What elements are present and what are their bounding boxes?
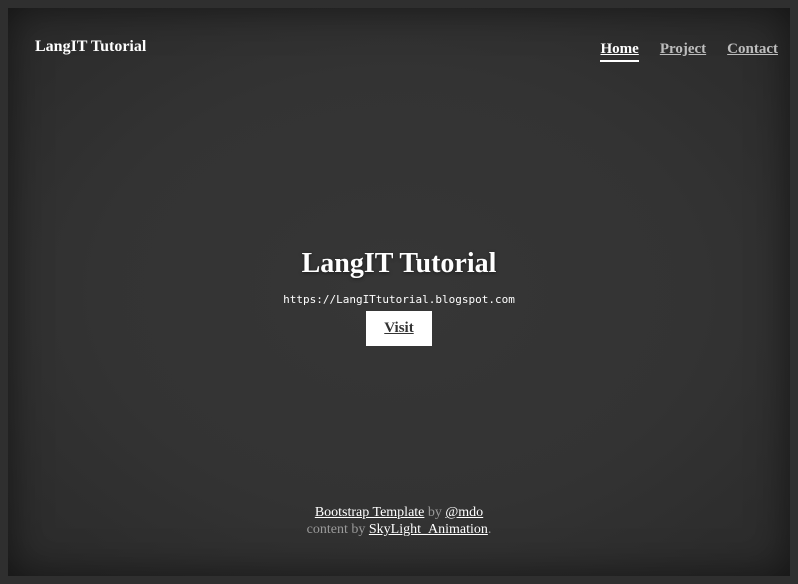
footer-period: . (487, 522, 492, 537)
brand-title: LangIT Tutorial (35, 38, 147, 55)
footer-line-2: content by SkyLight_Animation. (8, 521, 790, 538)
footer-content-text: content by (306, 522, 369, 537)
nav-link-project[interactable]: Project (660, 41, 706, 62)
page-frame: LangIT Tutorial Home Project Contact Lan… (0, 0, 798, 584)
content-author-link[interactable]: SkyLight_Animation (369, 522, 488, 537)
hero-title: LangIT Tutorial (301, 248, 497, 279)
visit-button[interactable]: Visit (366, 311, 432, 346)
footer: Bootstrap Template by @mdo content by Sk… (8, 504, 790, 538)
bootstrap-template-link[interactable]: Bootstrap Template (315, 505, 425, 520)
hero-url: https://LangITtutorial.blogspot.com (283, 293, 515, 306)
main-nav: Home Project Contact (600, 41, 778, 62)
nav-link-home[interactable]: Home (600, 41, 639, 62)
nav-link-contact[interactable]: Contact (727, 41, 778, 62)
hero-section: LangIT Tutorial https://LangITtutorial.b… (8, 248, 790, 346)
footer-by-text: by (424, 505, 446, 520)
footer-line-1: Bootstrap Template by @mdo (8, 504, 790, 521)
author-link[interactable]: @mdo (445, 505, 483, 520)
